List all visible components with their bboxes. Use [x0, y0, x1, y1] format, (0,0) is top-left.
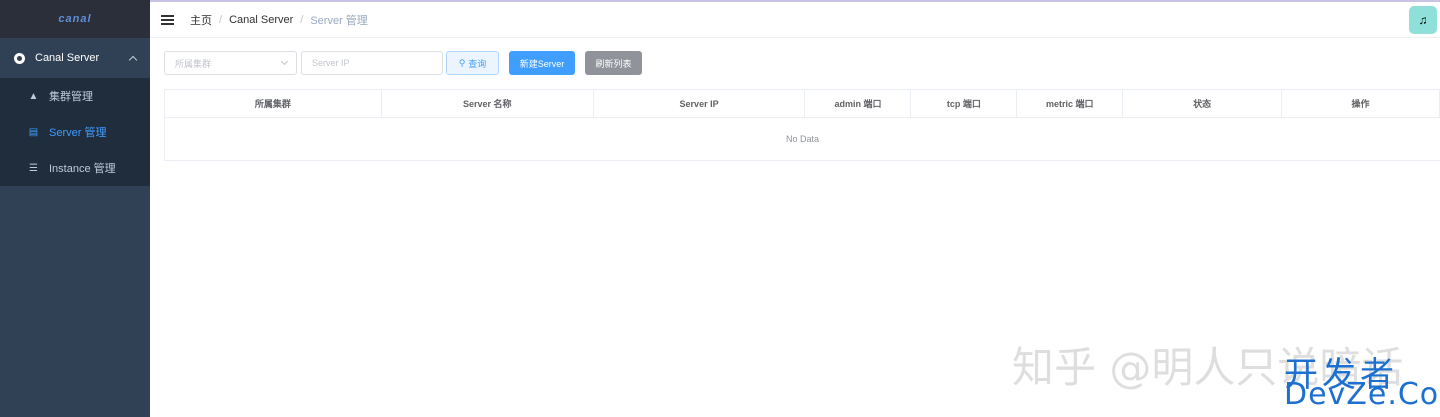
column-header-cluster: 所属集群	[165, 90, 382, 117]
submenu: ▲ 集群管理 ▤ Server 管理 ☰ Instance 管理	[0, 78, 150, 186]
sidebar-item-instance[interactable]: ☰ Instance 管理	[0, 150, 150, 186]
chevron-up-icon	[128, 55, 138, 64]
filter-bar: 所属集群 Server IP ⚲ 查询 新建Server 刷新列表	[164, 51, 642, 75]
column-header-server-ip: Server IP	[594, 90, 806, 117]
column-header-status: 状态	[1123, 90, 1283, 117]
sidebar-item-server[interactable]: ▤ Server 管理	[0, 114, 150, 150]
breadcrumb-separator: /	[300, 13, 304, 26]
breadcrumb-home[interactable]: 主页	[190, 12, 212, 28]
sidebar-item-label: Server 管理	[49, 127, 107, 139]
column-header-tcp-port: tcp 端口	[911, 90, 1018, 117]
table-header: 所属集群 Server 名称 Server IP admin 端口 tcp 端口…	[165, 90, 1440, 118]
logo-text: canal	[58, 13, 92, 25]
column-header-actions: 操作	[1282, 90, 1440, 117]
server-table: 所属集群 Server 名称 Server IP admin 端口 tcp 端口…	[164, 89, 1440, 161]
hamburger-icon[interactable]	[161, 14, 174, 25]
server-ip-placeholder: Server IP	[312, 58, 350, 68]
search-icon: ⚲	[458, 57, 466, 68]
column-header-server-name: Server 名称	[382, 90, 594, 117]
breadcrumb-current: Server 管理	[310, 14, 368, 27]
topbar: 主页 / Canal Server / Server 管理 ♫	[150, 0, 1440, 38]
server-ip-input[interactable]: Server IP	[301, 51, 443, 75]
menu-canal-server-label: Canal Server	[35, 52, 100, 64]
column-header-metric-port: metric 端口	[1017, 90, 1124, 117]
list-icon: ☰	[29, 162, 38, 174]
breadcrumb: 主页 / Canal Server / Server 管理	[190, 12, 368, 28]
canal-server-icon	[14, 52, 25, 64]
search-button[interactable]: ⚲ 查询	[446, 51, 499, 75]
refresh-list-button[interactable]: 刷新列表	[585, 51, 642, 75]
logo[interactable]: canal	[0, 0, 150, 38]
cluster-icon: ▲	[28, 90, 39, 102]
sidebar-item-label: 集群管理	[49, 91, 93, 103]
search-button-label: 查询	[468, 58, 487, 69]
new-server-button[interactable]: 新建Server	[509, 51, 575, 75]
watermark-devze: DevZe.CoM	[1284, 377, 1440, 412]
server-icon: ▤	[28, 126, 39, 138]
sidebar-item-cluster[interactable]: ▲ 集群管理	[0, 78, 150, 114]
sidebar-item-label: Instance 管理	[49, 163, 116, 175]
breadcrumb-canal-server[interactable]: Canal Server	[229, 14, 293, 26]
column-header-admin-port: admin 端口	[805, 90, 912, 117]
sidebar: canal Canal Server ▲ 集群管理 ▤ Server 管理 ☰ …	[0, 0, 150, 417]
cluster-select[interactable]: 所属集群	[164, 51, 297, 75]
table-empty: No Data	[785, 134, 820, 144]
chevron-down-icon	[280, 57, 289, 66]
avatar[interactable]: ♫	[1409, 6, 1437, 34]
menu-canal-server[interactable]: Canal Server	[0, 38, 150, 78]
breadcrumb-separator: /	[219, 13, 223, 26]
cluster-select-placeholder: 所属集群	[175, 58, 212, 69]
